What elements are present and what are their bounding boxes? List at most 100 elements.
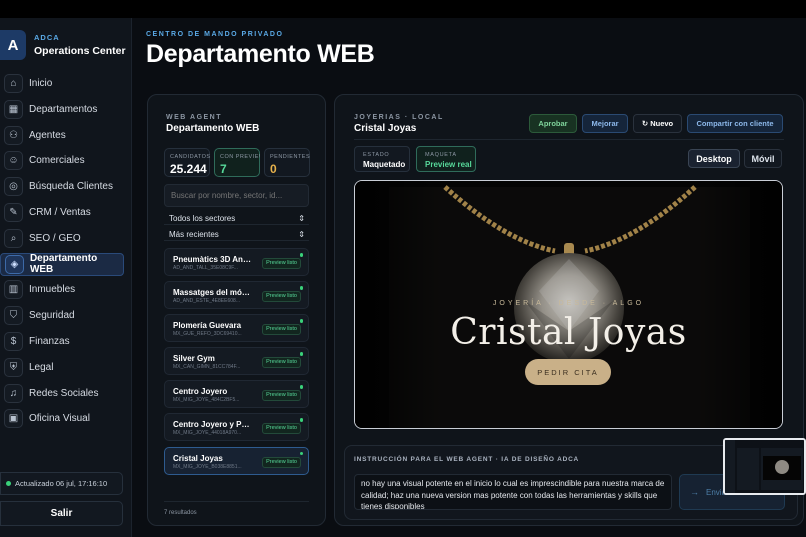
target-icon: ◎	[4, 177, 23, 197]
sidebar-nav: ⌂ Inicio ▦ Departamentos ⚇ Agentes ☺ Comerciale…	[0, 72, 132, 433]
logout-button[interactable]: Salir	[0, 501, 123, 526]
sidebar-item-seguridad[interactable]: ⛉ Seguridad	[0, 304, 132, 327]
list-item-code: AD_AND_ESTE_4E8EE608...	[173, 298, 240, 305]
stat-value: 0	[270, 162, 277, 176]
grid-icon: ▦	[4, 99, 23, 119]
sidebar-item-agentes[interactable]: ⚇ Agentes	[0, 124, 132, 147]
status-dot-icon	[299, 385, 303, 389]
list-item[interactable]: Plomería Guevara MX_GUE_REFO_3DC69410... P…	[164, 314, 309, 343]
status-dot-icon	[6, 481, 11, 486]
preview-tagline: JOYERÍA · DESDE · ALGO	[492, 300, 645, 307]
header-kicker: CENTRO DE MANDO PRIVADO	[146, 31, 284, 38]
stat-candidatos[interactable]: CANDIDATOS 25.244	[164, 148, 210, 177]
sidebar-item-legal[interactable]: ⛨ Legal	[0, 356, 132, 379]
sidebar-item-label: Redes Sociales	[29, 387, 99, 399]
users-icon: ☺	[4, 151, 23, 171]
stat-pendientes[interactable]: PENDIENTES 0	[264, 148, 310, 177]
list-item-name: Cristal Joyas	[173, 453, 223, 463]
maqueta-label: MAQUETA	[425, 152, 457, 158]
divider	[164, 501, 309, 502]
list-item[interactable]: Silver Gym MX_CAN_GIMN_81CC784F... Preview…	[164, 347, 309, 376]
status-badge: Preview listo	[262, 324, 301, 336]
stat-label: CON PREVIEW	[220, 154, 260, 160]
list-item[interactable]: Centro Joyero MX_MIG_JOYE_484C2BF5... Prev…	[164, 380, 309, 409]
list-item[interactable]: Cristal Joyas MX_MIG_JOYE_B038E8851... Pre…	[164, 446, 309, 475]
thumbnail-image	[725, 440, 804, 493]
list-item-code: AD_AND_TALL_35E08C9F...	[173, 265, 238, 271]
sidebar-item-label: Agentes	[29, 129, 66, 141]
new-button[interactable]: ↻ Nuevo	[633, 114, 682, 133]
sidebar-item-crm-ventas[interactable]: ✎ CRM / Ventas	[0, 201, 132, 224]
stat-value: 25.244	[170, 162, 207, 176]
status-badge: Preview listo	[262, 291, 301, 303]
preview-title: Cristal Joyas	[354, 123, 417, 134]
sidebar-item-label: Departamentos	[29, 103, 98, 115]
list-item-name: Centro Joyero	[173, 387, 228, 397]
status-dot-icon	[299, 286, 303, 290]
sidebar-item-label: Búsqueda Clientes	[29, 181, 113, 193]
sidebar-item-finanzas[interactable]: $ Finanzas	[0, 330, 132, 353]
image-icon: ▣	[4, 409, 23, 429]
list-item-name: Massatges del món i...	[173, 288, 251, 298]
maqueta-chip: MAQUETA Preview real	[416, 146, 476, 172]
sidebar-item-label: Seguridad	[29, 310, 75, 322]
sidebar-item-departamentos[interactable]: ▦ Departamentos	[0, 98, 132, 121]
last-updated-text: Actualizado 06 jul, 17:16:10	[15, 479, 108, 488]
list-item-name: Pneumàtics 3D Andorra	[173, 255, 251, 264]
list-item-code: MX_CAN_GIMN_81CC784F...	[173, 364, 241, 371]
list-item[interactable]: Pneumàtics 3D AndorraAD_AND_TALL_35E08C9…	[164, 248, 309, 276]
brand-kicker: ADCA	[34, 33, 60, 42]
maqueta-value: Preview real	[425, 160, 472, 169]
instruction-textarea[interactable]: no hay una visual potente en el inicio l…	[354, 474, 672, 510]
select-arrows-icon: ⇕	[298, 229, 305, 239]
sidebar-item-comerciales[interactable]: ☺ Comerciales	[0, 149, 132, 172]
search-input[interactable]	[164, 184, 309, 207]
sidebar-item-inmuebles[interactable]: ▥ Inmuebles	[0, 278, 132, 301]
list-item[interactable]: Massatges del món i... AD_AND_ESTE_4E8EE6…	[164, 281, 309, 310]
estado-label: ESTADO	[363, 152, 390, 158]
stat-label: PENDIENTES	[270, 154, 310, 160]
sidebar-item-seo-geo[interactable]: ⌕ SEO / GEO	[0, 227, 132, 250]
mobile-view-button[interactable]: Móvil	[744, 149, 782, 168]
sidebar-item-departamento-web[interactable]: ◈ Departamento WEB	[0, 252, 124, 276]
list-item[interactable]: Centro Joyero y Plata MX_MIG_JOYE_44018A9…	[164, 413, 309, 442]
sidebar-item-label: Finanzas	[29, 335, 70, 347]
desktop-view-button[interactable]: Desktop	[688, 149, 740, 168]
status-badge: Preview listo	[262, 423, 301, 435]
candidate-list: Pneumàtics 3D AndorraAD_AND_TALL_35E08C9…	[164, 248, 309, 480]
preview-cta-button[interactable]: PEDIR CITA	[525, 359, 611, 385]
screenshot-thumbnail[interactable]	[723, 438, 806, 495]
approve-button[interactable]: Aprobar	[529, 114, 577, 133]
list-item-name: Centro Joyero y Plata	[173, 420, 251, 430]
sidebar-item-b-squeda-clientes[interactable]: ◎ Búsqueda Clientes	[0, 175, 132, 198]
status-dot-icon	[299, 253, 303, 257]
preview-kicker: JOYERIAS · LOCAL	[354, 114, 444, 121]
list-item-code: MX_MIG_JOYE_44018A970...	[173, 430, 242, 437]
stat-con-preview[interactable]: CON PREVIEW 7	[214, 148, 260, 177]
instruction-label: INSTRUCCIÓN PARA EL WEB AGENT · IA DE DI…	[354, 456, 580, 463]
sidebar-item-label: CRM / Ventas	[29, 206, 91, 218]
building-icon: ▥	[4, 280, 23, 300]
arrow-right-icon: →	[690, 487, 699, 497]
sort-select[interactable]: Más recientes ⇕	[164, 228, 309, 241]
share-client-button[interactable]: Compartir con cliente	[687, 114, 783, 133]
sidebar-item-inicio[interactable]: ⌂ Inicio	[0, 72, 132, 95]
website-preview[interactable]: JOYERÍA · DESDE · ALGO Cristal Joyas PED…	[354, 180, 783, 429]
last-updated-status: Actualizado 06 jul, 17:16:10	[0, 472, 123, 495]
top-bar	[0, 0, 806, 18]
sector-select[interactable]: Todos los sectores ⇕	[164, 212, 309, 225]
divider	[354, 139, 784, 140]
estado-chip: ESTADO Maquetado	[354, 146, 410, 172]
improve-button[interactable]: Mejorar	[582, 114, 628, 133]
list-item-name: Silver Gym	[173, 354, 215, 364]
sidebar-item-oficina-visual[interactable]: ▣ Oficina Visual	[0, 407, 132, 430]
status-dot-icon	[299, 352, 303, 356]
sidebar-item-redes-sociales[interactable]: ♫ Redes Sociales	[0, 382, 132, 405]
list-kicker: WEB AGENT	[166, 114, 223, 121]
bell-icon: ♫	[4, 383, 23, 403]
brand-logo: A	[0, 30, 26, 60]
stat-value: 7	[220, 162, 227, 176]
agents-icon: ⚇	[4, 125, 23, 145]
sector-select-value: Todos los sectores	[169, 213, 236, 223]
sidebar-item-label: SEO / GEO	[29, 232, 81, 244]
